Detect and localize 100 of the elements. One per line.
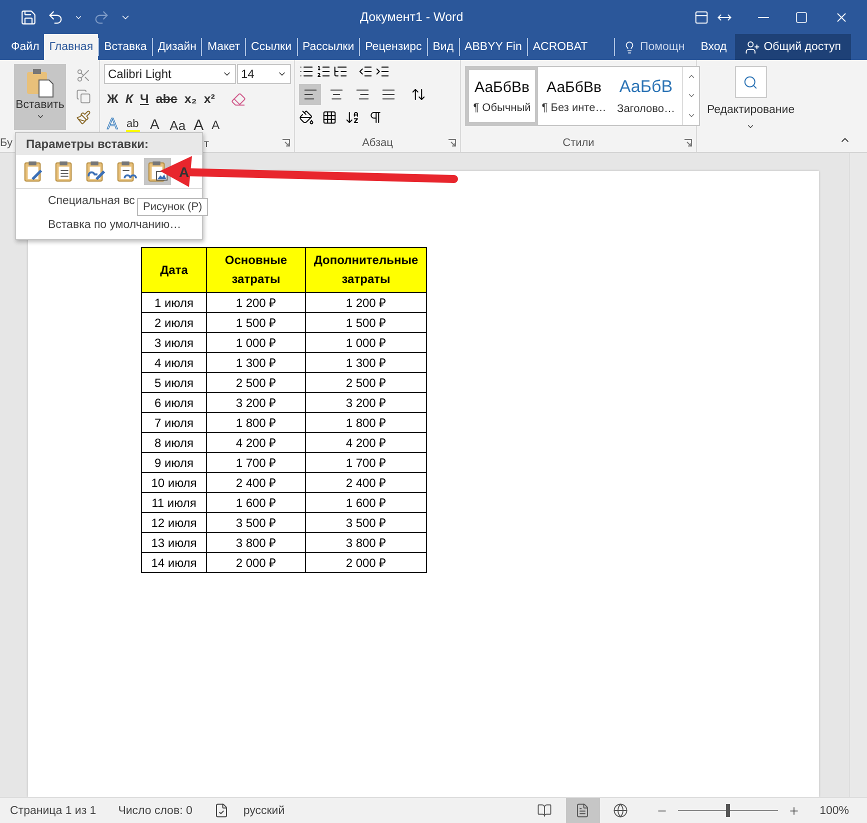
book-icon (537, 803, 552, 818)
ribbon-tab[interactable]: ACROBAT (526, 38, 593, 56)
table-cell: 3 800 ₽ (306, 532, 426, 552)
zoom-in-icon (788, 804, 800, 816)
table-cell: 3 500 ₽ (206, 512, 306, 532)
table-cell: 2 июля (142, 312, 206, 332)
save-icon (20, 8, 37, 26)
redo-icon (93, 8, 110, 26)
copy-icon (76, 89, 91, 104)
ribbon-tab[interactable]: Вид (426, 38, 459, 56)
ribbon-tab[interactable]: Макет (201, 38, 246, 56)
paste-option-icon (22, 160, 45, 183)
line-spacing-icon (411, 87, 426, 102)
group-label: Абзац (362, 137, 393, 149)
ribbon-tab[interactable]: Главная (44, 34, 98, 60)
table-cell: 2 500 ₽ (306, 372, 426, 392)
caret-icon (36, 112, 44, 121)
table-cell: 4 200 ₽ (206, 432, 306, 452)
table-cell: 1 июля (142, 292, 206, 312)
page-count[interactable]: Страница 1 из 1 (10, 804, 96, 816)
zoom-thumb[interactable] (726, 804, 730, 817)
align-icon (328, 87, 344, 102)
style-item[interactable]: АаБбВв ¶ Обычный (466, 67, 538, 125)
table-cell: 4 200 ₽ (306, 432, 426, 452)
group-label: Бу (0, 137, 12, 149)
table-cell: 4 июля (142, 352, 206, 372)
page-icon (575, 803, 590, 818)
menu-item[interactable]: Вставка по умолчанию… (16, 213, 202, 237)
dialog-launcher-icon[interactable] (282, 139, 290, 147)
format-button[interactable]: Ч (137, 89, 152, 109)
caret-icon (746, 122, 756, 131)
table-cell: 3 800 ₽ (206, 532, 306, 552)
paste-button[interactable]: Вставить (14, 64, 66, 130)
table-cell: 1 800 ₽ (206, 412, 306, 432)
paste-option-icon (84, 160, 107, 183)
paste-option-icon (115, 160, 138, 183)
paint-bucket-icon (299, 110, 314, 125)
format-button[interactable]: x₂ (181, 89, 200, 109)
bullets-icon (299, 64, 314, 79)
table-cell: 7 июля (142, 412, 206, 432)
table-cell: 1 500 ₽ (306, 312, 426, 332)
group-label: т (204, 138, 210, 150)
borders-icon (322, 110, 337, 125)
minimize-icon[interactable] (758, 16, 769, 18)
table-cell: 14 июля (142, 552, 206, 572)
font-name-field[interactable]: Calibri Light (104, 64, 236, 84)
table-cell: 13 июля (142, 532, 206, 552)
ribbon-tab[interactable]: Ссылки (245, 38, 297, 56)
format-button[interactable]: Ж (104, 89, 122, 109)
format-button[interactable]: abc (152, 89, 180, 109)
paintbrush-icon (76, 110, 91, 125)
zoom-level[interactable]: 100% (820, 804, 849, 816)
increase-indent-icon (375, 64, 390, 79)
table-cell: 9 июля (142, 452, 206, 472)
language[interactable]: русский (243, 804, 285, 816)
table-cell: 8 июля (142, 432, 206, 452)
format-button[interactable]: x² (200, 89, 218, 109)
group-label: Стили (562, 137, 594, 149)
ribbon-tab[interactable]: Вставка (98, 38, 152, 56)
dialog-launcher-icon[interactable] (448, 139, 456, 147)
tell-me-field[interactable]: Помощн (614, 38, 693, 56)
table-cell: 1 200 ₽ (306, 292, 426, 312)
undo-icon (47, 8, 64, 26)
ribbon-tab[interactable]: Рецензирс (359, 38, 427, 56)
format-button[interactable]: К (122, 89, 136, 109)
table-cell: 1 500 ₽ (206, 312, 306, 332)
ribbon-tab[interactable]: Дизайн (152, 38, 202, 56)
dialog-launcher-icon[interactable] (684, 139, 692, 147)
table-cell: 1 600 ₽ (206, 492, 306, 512)
table-cell: 1 000 ₽ (206, 332, 306, 352)
font-effect-button[interactable]: A (190, 114, 207, 136)
word-count[interactable]: Число слов: 0 (118, 804, 192, 816)
table-cell: 12 июля (142, 512, 206, 532)
font-effect-button[interactable]: A (208, 114, 223, 136)
paste-option-button[interactable] (144, 158, 171, 185)
font-effect-button[interactable]: Aa (166, 114, 189, 136)
search-icon (743, 74, 758, 90)
table-cell: 1 700 ₽ (206, 452, 306, 472)
pilcrow-icon (368, 110, 383, 125)
font-size-field[interactable]: 14 (237, 64, 291, 84)
ribbon-tab[interactable]: ABBYY Fin (458, 38, 527, 56)
ribbon-tab[interactable]: Файл (6, 38, 44, 56)
table-header: Дата (142, 248, 206, 292)
numbering-icon (316, 64, 331, 79)
editing-button[interactable]: Редактирование (701, 64, 801, 152)
align-icon (354, 87, 370, 102)
table-cell: 10 июля (142, 472, 206, 492)
ribbon-tab[interactable]: Рассылки (296, 38, 360, 56)
table-cell: 5 июля (142, 372, 206, 392)
view-button[interactable] (566, 798, 600, 823)
share-button[interactable]: Общий доступ (734, 34, 851, 60)
eraser-icon (230, 92, 246, 106)
table-cell: 2 500 ₽ (206, 372, 306, 392)
table-cell: 1 000 ₽ (306, 332, 426, 352)
align-button[interactable] (299, 84, 321, 105)
table-cell: 1 700 ₽ (306, 452, 426, 472)
table-cell: 6 июля (142, 392, 206, 412)
table-cell: 2 000 ₽ (306, 552, 426, 572)
table-cell: 2 400 ₽ (306, 472, 426, 492)
sign-in-link[interactable]: Вход (692, 34, 735, 60)
